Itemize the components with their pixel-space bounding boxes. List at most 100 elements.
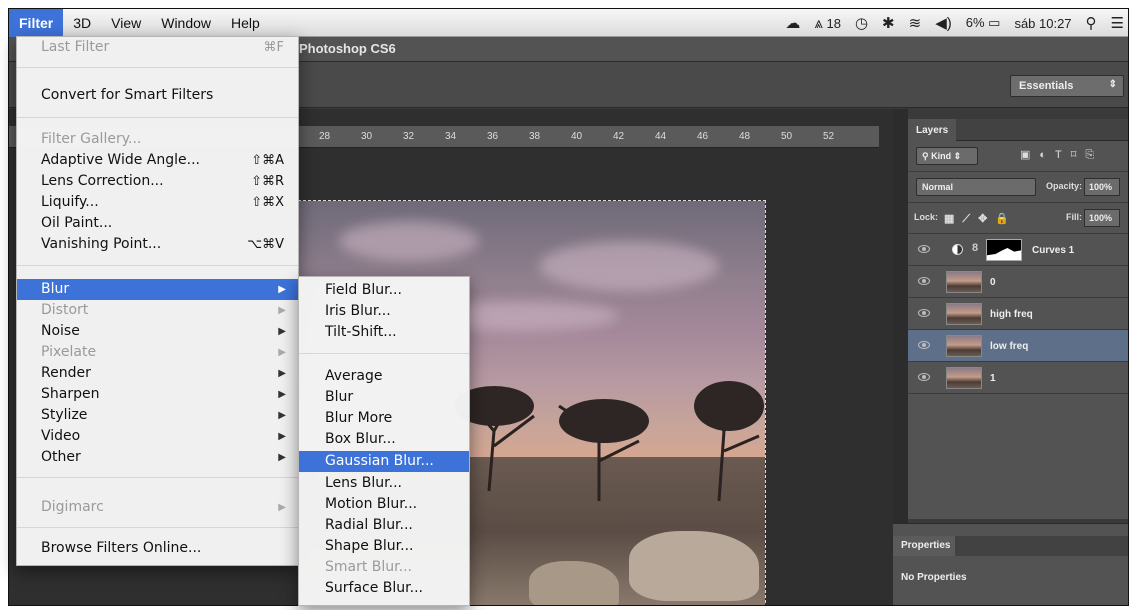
wifi-icon[interactable]: ≋ bbox=[909, 14, 922, 32]
menu-item-field-blur[interactable]: Field Blur... bbox=[299, 280, 469, 301]
layer-thumbnail bbox=[946, 271, 982, 293]
menu-item-blur-more[interactable]: Blur More bbox=[299, 408, 469, 429]
layer-thumbnail bbox=[946, 367, 982, 389]
workspace-select[interactable]: Essentials ⇕ bbox=[1010, 75, 1124, 97]
menu-window[interactable]: Window bbox=[151, 9, 221, 37]
adobe-icon[interactable]: ⩓ 18 bbox=[814, 15, 841, 32]
filter-menu: Last Filter ⌘F Convert for Smart Filters… bbox=[16, 36, 299, 566]
bluetooth-icon[interactable]: ✱ bbox=[882, 14, 895, 32]
menu-item-label: Render bbox=[41, 365, 91, 381]
layers-tab-bar: Layers bbox=[908, 119, 1128, 141]
battery-status[interactable]: 6% ▭ bbox=[966, 15, 1001, 31]
clock[interactable]: sáb 10:27 bbox=[1014, 16, 1071, 31]
menu-item-smart-blur[interactable]: Smart Blur... bbox=[299, 557, 469, 578]
menu-item-iris-blur[interactable]: Iris Blur... bbox=[299, 301, 469, 322]
shortcut-label: ⌘F bbox=[263, 40, 284, 55]
menu-item-stylize[interactable]: Stylize ▶ bbox=[17, 405, 298, 426]
menu-item-liquify[interactable]: Liquify... ⇧⌘X bbox=[17, 192, 298, 213]
tab-properties[interactable]: Properties bbox=[893, 536, 955, 556]
menu-item-shape-blur[interactable]: Shape Blur... bbox=[299, 536, 469, 557]
menu-item-gaussian-blur[interactable]: Gaussian Blur... bbox=[299, 451, 469, 472]
menu-item-label: Noise bbox=[41, 323, 80, 339]
blend-mode-select[interactable]: Normal bbox=[916, 178, 1036, 196]
menu-item-label: Filter Gallery... bbox=[41, 131, 142, 147]
menu-item-adaptive-wide-angle[interactable]: Adaptive Wide Angle... ⇧⌘A bbox=[17, 150, 298, 171]
menu-item-sharpen[interactable]: Sharpen ▶ bbox=[17, 384, 298, 405]
menu-item-vanishing-point[interactable]: Vanishing Point... ⌥⌘V bbox=[17, 234, 298, 255]
ruler-tick: 42 bbox=[613, 131, 625, 142]
menu-item-average[interactable]: Average bbox=[299, 366, 469, 387]
eye-icon[interactable] bbox=[918, 245, 930, 253]
volume-icon[interactable]: ◀) bbox=[935, 14, 952, 32]
status-area: ☁ ⩓ 18 ◷ ✱ ≋ ◀) 6% ▭ sáb 10:27 ⚲ ☰ bbox=[785, 9, 1124, 37]
menu-item-label: Video bbox=[41, 428, 81, 444]
menu-item-pixelate[interactable]: Pixelate ▶ bbox=[17, 342, 298, 363]
menu-item-blur-basic[interactable]: Blur bbox=[299, 387, 469, 408]
menu-item-digimarc[interactable]: Digimarc ▶ bbox=[17, 497, 298, 518]
menu-view[interactable]: View bbox=[101, 9, 151, 37]
layer-row-selected[interactable]: low freq bbox=[908, 330, 1128, 362]
layer-filter-icons[interactable]: ▣◐T⌑⎘ bbox=[1020, 148, 1103, 162]
lock-icons[interactable]: ▦⟋✥🔒 bbox=[944, 212, 1017, 226]
eye-icon[interactable] bbox=[918, 277, 930, 285]
menu-item-browse-filters-online[interactable]: Browse Filters Online... bbox=[17, 538, 298, 559]
menu-item-noise[interactable]: Noise ▶ bbox=[17, 321, 298, 342]
layer-row[interactable]: 1 bbox=[908, 362, 1128, 394]
menu-item-surface-blur[interactable]: Surface Blur... bbox=[299, 578, 469, 599]
layer-row[interactable]: 0 bbox=[908, 266, 1128, 298]
eye-icon[interactable] bbox=[918, 341, 930, 349]
menu-item-label: Shape Blur... bbox=[325, 538, 414, 554]
link-icon: 8 bbox=[972, 242, 979, 254]
layer-row[interactable]: 8 Curves 1 bbox=[908, 234, 1128, 266]
menu-item-label: Smart Blur... bbox=[325, 559, 412, 575]
blend-row: Normal Opacity: 100% bbox=[908, 172, 1128, 203]
menu-item-label: Sharpen bbox=[41, 386, 100, 402]
menu-item-video[interactable]: Video ▶ bbox=[17, 426, 298, 447]
submenu-arrow-icon: ▶ bbox=[278, 305, 286, 316]
menu-item-tilt-shift[interactable]: Tilt-Shift... bbox=[299, 322, 469, 343]
layer-mask-thumbnail[interactable] bbox=[986, 239, 1022, 261]
submenu-arrow-icon: ▶ bbox=[278, 452, 286, 463]
time-machine-icon[interactable]: ◷ bbox=[855, 14, 868, 32]
submenu-arrow-icon: ▶ bbox=[278, 347, 286, 358]
spotlight-search-icon[interactable]: ⚲ bbox=[1086, 14, 1097, 32]
tab-layers[interactable]: Layers bbox=[908, 119, 956, 141]
menu-item-label: Stylize bbox=[41, 407, 88, 423]
shortcut-label: ⌥⌘V bbox=[247, 237, 284, 252]
submenu-arrow-icon: ▶ bbox=[278, 410, 286, 421]
menu-item-lens-blur[interactable]: Lens Blur... bbox=[299, 473, 469, 494]
menu-item-motion-blur[interactable]: Motion Blur... bbox=[299, 494, 469, 515]
menu-item-distort[interactable]: Distort ▶ bbox=[17, 300, 298, 321]
menu-item-other[interactable]: Other ▶ bbox=[17, 447, 298, 468]
properties-empty-text: No Properties bbox=[901, 572, 967, 583]
cloud-icon[interactable]: ☁ bbox=[785, 14, 800, 32]
eye-icon[interactable] bbox=[918, 309, 930, 317]
submenu-arrow-icon: ▶ bbox=[278, 368, 286, 379]
kind-filter-select[interactable]: ⚲ Kind ⇕ bbox=[916, 147, 978, 165]
layer-row[interactable]: high freq bbox=[908, 298, 1128, 330]
menu-3d[interactable]: 3D bbox=[63, 9, 101, 37]
menu-filter[interactable]: Filter bbox=[9, 9, 64, 37]
submenu-arrow-icon: ▶ bbox=[278, 431, 286, 442]
blur-submenu: Field Blur... Iris Blur... Tilt-Shift...… bbox=[298, 276, 470, 606]
eye-icon[interactable] bbox=[918, 373, 930, 381]
menu-item-filter-gallery[interactable]: Filter Gallery... bbox=[17, 129, 298, 150]
shortcut-label: ⇧⌘X bbox=[251, 195, 284, 210]
opacity-input[interactable]: 100% bbox=[1084, 178, 1120, 196]
menu-item-blur[interactable]: Blur ▶ bbox=[17, 279, 298, 300]
menu-item-last-filter[interactable]: Last Filter ⌘F bbox=[17, 37, 298, 58]
menu-item-label: Blur More bbox=[325, 410, 393, 426]
fill-input[interactable]: 100% bbox=[1084, 209, 1120, 227]
menu-item-label: Blur bbox=[325, 389, 354, 405]
notification-center-icon[interactable]: ☰ bbox=[1111, 14, 1124, 32]
menu-help[interactable]: Help bbox=[221, 9, 270, 37]
menu-item-oil-paint[interactable]: Oil Paint... bbox=[17, 213, 298, 234]
ruler-tick: 28 bbox=[319, 131, 331, 142]
menu-item-lens-correction[interactable]: Lens Correction... ⇧⌘R bbox=[17, 171, 298, 192]
shortcut-label: ⇧⌘R bbox=[251, 174, 284, 189]
menu-item-convert-smart-filters[interactable]: Convert for Smart Filters bbox=[17, 85, 298, 106]
menu-item-box-blur[interactable]: Box Blur... bbox=[299, 429, 469, 450]
menu-item-radial-blur[interactable]: Radial Blur... bbox=[299, 515, 469, 536]
layer-thumbnail bbox=[946, 303, 982, 325]
menu-item-render[interactable]: Render ▶ bbox=[17, 363, 298, 384]
